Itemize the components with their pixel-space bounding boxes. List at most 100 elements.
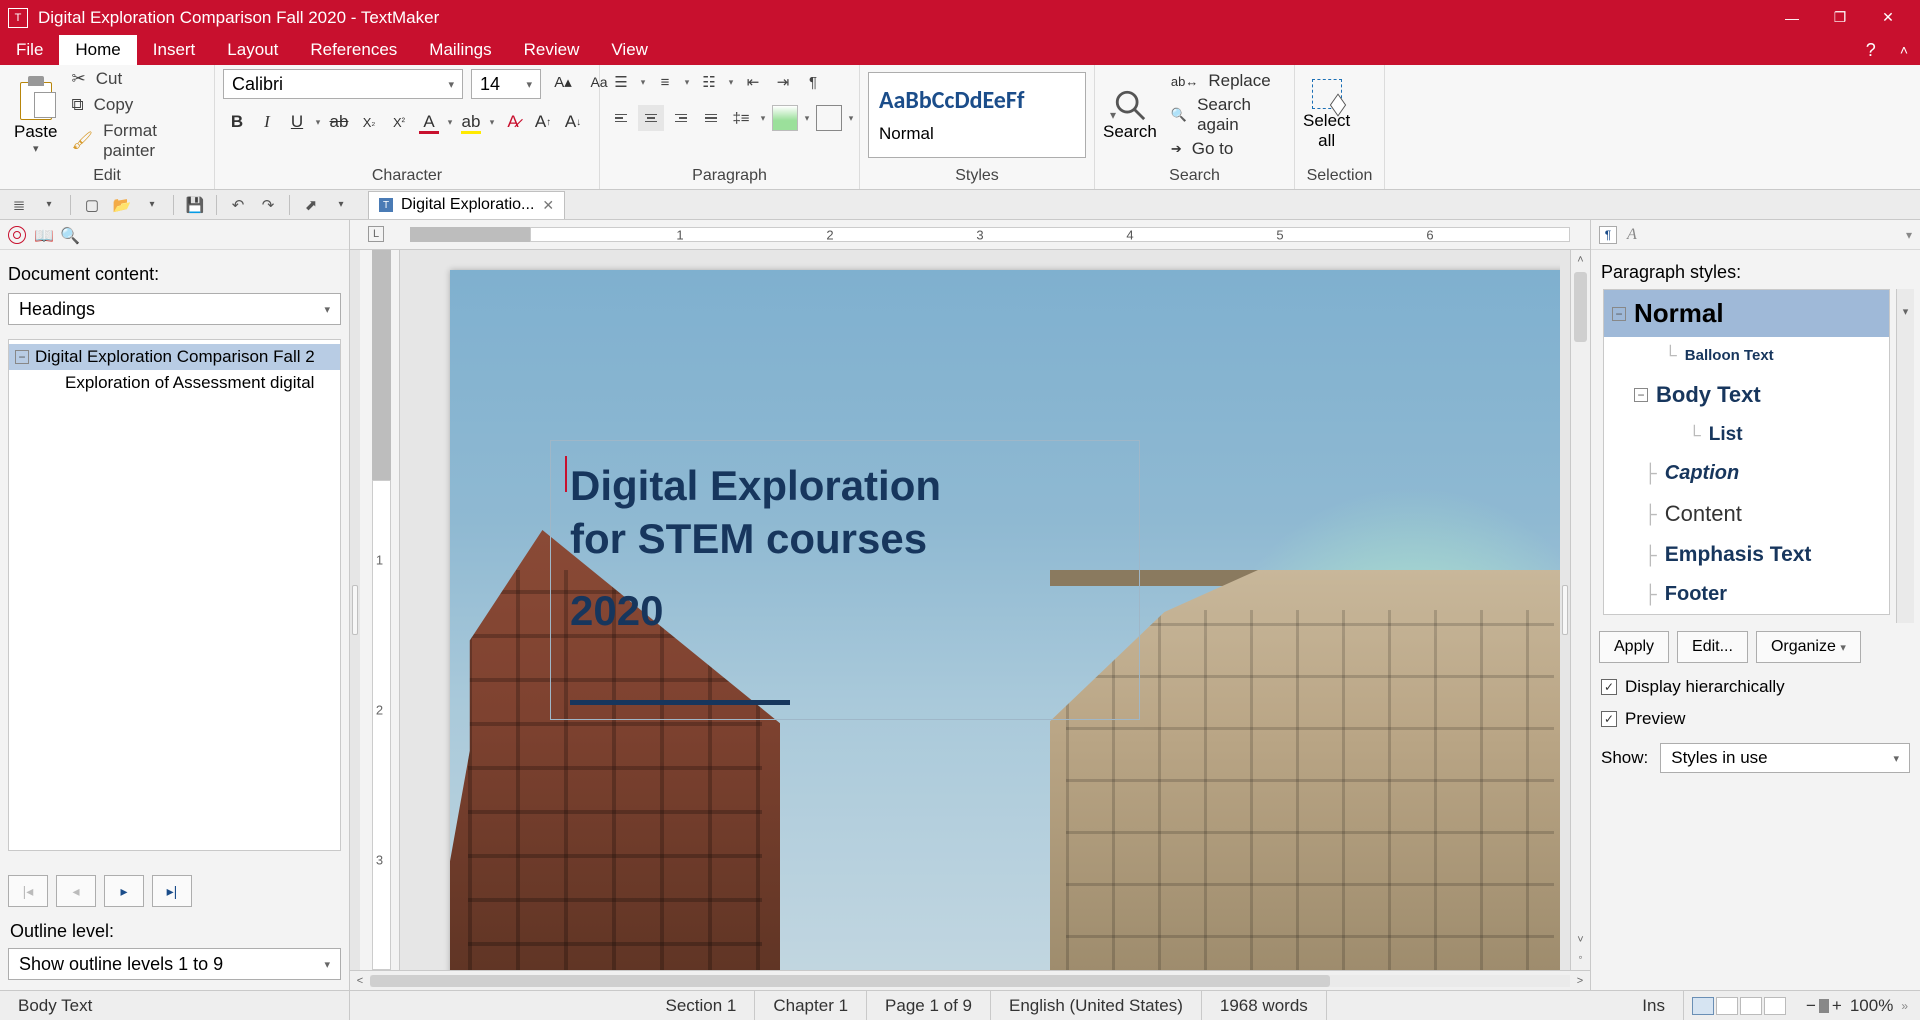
qat-new-button[interactable]: ▢ [79, 193, 105, 217]
close-button[interactable]: ✕ [1864, 9, 1912, 26]
font-smaller-button[interactable]: A↓ [559, 109, 587, 135]
strikethrough-button[interactable]: ab [325, 109, 353, 135]
highlight-dropdown[interactable]: ▾ [487, 117, 497, 128]
select-all-button[interactable]: Select all [1303, 79, 1350, 152]
collapse-icon[interactable]: − [1634, 388, 1648, 402]
menu-view[interactable]: View [595, 35, 664, 65]
numbering-dd[interactable]: ▾ [682, 69, 692, 95]
style-footer[interactable]: ├ Footer [1604, 575, 1889, 614]
line-spacing-button[interactable]: ‡≡ [728, 105, 754, 131]
borders-button[interactable] [816, 105, 842, 131]
collapse-icon[interactable]: − [15, 350, 29, 364]
outline-node-child[interactable]: Exploration of Assessment digital [9, 370, 340, 396]
align-left-button[interactable] [608, 105, 634, 131]
status-page[interactable]: Page 1 of 9 [867, 991, 991, 1020]
justify-button[interactable] [698, 105, 724, 131]
show-marks-button[interactable]: ¶ [800, 69, 826, 95]
format-painter-button[interactable]: 🖌 Format painter [71, 121, 206, 161]
document-tab[interactable]: T Digital Exploratio... ✕ [368, 191, 565, 219]
nav-last-button[interactable]: ▸| [152, 875, 192, 907]
superscript-button[interactable]: X² [385, 109, 413, 135]
edit-style-button[interactable]: Edit... [1677, 631, 1748, 663]
shading-dd[interactable]: ▾ [802, 105, 812, 131]
collapse-ribbon-button[interactable]: ˄ [1888, 35, 1920, 65]
nav-first-button[interactable]: |◂ [8, 875, 48, 907]
scroll-thumb-h[interactable] [370, 975, 1330, 987]
style-content[interactable]: ├ Content [1604, 493, 1889, 535]
headings-select[interactable]: Headings ▾ [8, 293, 341, 325]
bullets-button[interactable]: ☰ [608, 69, 634, 95]
grow-font-button[interactable]: A▴ [549, 69, 577, 95]
nav-next-button[interactable]: ▸ [104, 875, 144, 907]
tab-selector[interactable]: L [368, 226, 384, 242]
bold-button[interactable]: B [223, 109, 251, 135]
font-color-dropdown[interactable]: ▾ [445, 117, 455, 128]
cut-button[interactable]: ✂ Cut [71, 69, 206, 89]
hierarchical-checkbox[interactable]: ✓ Display hierarchically [1591, 671, 1920, 703]
menu-review[interactable]: Review [508, 35, 596, 65]
view-outline-button[interactable] [1740, 997, 1762, 1015]
menu-references[interactable]: References [294, 35, 413, 65]
preview-checkbox[interactable]: ✓ Preview [1591, 703, 1920, 735]
title-text[interactable]: Digital Exploration for STEM courses 202… [570, 460, 941, 638]
highlight-button[interactable]: ab [457, 109, 485, 135]
help-button[interactable]: ? [1854, 35, 1888, 65]
line-spacing-dd[interactable]: ▾ [758, 105, 768, 131]
zoom-in-button[interactable]: + [1832, 996, 1842, 1016]
search-small-icon[interactable]: 🔍 [60, 226, 78, 244]
menu-file[interactable]: File [0, 35, 59, 65]
vertical-scrollbar[interactable]: ˄ ˅ ◦ [1570, 250, 1590, 970]
borders-dd[interactable]: ▾ [846, 105, 856, 131]
menu-layout[interactable]: Layout [211, 35, 294, 65]
subscript-button[interactable]: X₂ [355, 109, 383, 135]
style-balloon[interactable]: └ Balloon Text [1604, 337, 1889, 374]
outline-level-select[interactable]: Show outline levels 1 to 9 ▾ [8, 948, 341, 980]
page-area[interactable]: Digital Exploration for STEM courses 202… [400, 250, 1560, 970]
style-gallery-item[interactable]: AaBbCcDdEeFf Normal [868, 72, 1086, 158]
outdent-button[interactable]: ⇤ [740, 69, 766, 95]
vertical-ruler[interactable]: 1 2 3 [360, 250, 400, 970]
style-emphasis[interactable]: ├ Emphasis Text [1604, 535, 1889, 575]
qat-open-button[interactable]: 📂 [109, 193, 135, 217]
style-body[interactable]: − Body Text [1604, 374, 1889, 416]
maximize-button[interactable]: ❐ [1816, 9, 1864, 26]
scroll-page-button[interactable]: ◦ [1571, 950, 1590, 970]
align-right-button[interactable] [668, 105, 694, 131]
minimize-button[interactable]: — [1768, 10, 1816, 26]
splitter-left[interactable] [350, 250, 360, 970]
font-color-button[interactable]: A [415, 109, 443, 135]
target-icon[interactable] [8, 226, 26, 244]
scroll-right-button[interactable]: ˃ [1570, 975, 1590, 987]
multilevel-button[interactable]: ☷ [696, 69, 722, 95]
view-draft-button[interactable] [1716, 997, 1738, 1015]
zoom-out-button[interactable]: − [1806, 996, 1816, 1016]
scroll-down-button[interactable]: ˅ [1571, 930, 1590, 950]
horizontal-scrollbar[interactable]: ˂ ˃ [350, 970, 1590, 990]
style-dropdown[interactable]: ▾ [1896, 289, 1914, 623]
status-language[interactable]: English (United States) [991, 991, 1202, 1020]
paste-button[interactable]: Paste ▾ [8, 72, 63, 159]
multilevel-dd[interactable]: ▾ [726, 69, 736, 95]
outline-node-root[interactable]: − Digital Exploration Comparison Fall 2 [9, 344, 340, 370]
qat-dropdown-2[interactable]: ▾ [139, 193, 165, 217]
close-tab-button[interactable]: ✕ [542, 197, 554, 214]
show-select[interactable]: Styles in use ▾ [1660, 743, 1910, 773]
copy-button[interactable]: ⧉ Copy [71, 95, 206, 115]
style-normal[interactable]: − Normal [1604, 290, 1889, 337]
nav-prev-button[interactable]: ◂ [56, 875, 96, 907]
char-styles-icon[interactable]: A [1627, 226, 1637, 244]
qat-undo-button[interactable]: ↶ [225, 193, 251, 217]
clear-format-button[interactable]: A̷ [499, 109, 527, 135]
qat-dropdown-3[interactable]: ▾ [328, 193, 354, 217]
zoom-value[interactable]: 100% [1850, 996, 1893, 1016]
status-chapter[interactable]: Chapter 1 [755, 991, 867, 1020]
qat-align-button[interactable]: ≣ [6, 193, 32, 217]
scroll-left-button[interactable]: ˂ [350, 975, 370, 987]
horizontal-ruler[interactable]: L 1 2 3 4 5 6 [350, 220, 1590, 250]
italic-button[interactable]: I [253, 109, 281, 135]
indent-button[interactable]: ⇥ [770, 69, 796, 95]
outline-tree[interactable]: − Digital Exploration Comparison Fall 2 … [8, 339, 341, 851]
menu-mailings[interactable]: Mailings [413, 35, 507, 65]
shading-button[interactable] [772, 105, 798, 131]
splitter-right[interactable] [1560, 250, 1570, 970]
